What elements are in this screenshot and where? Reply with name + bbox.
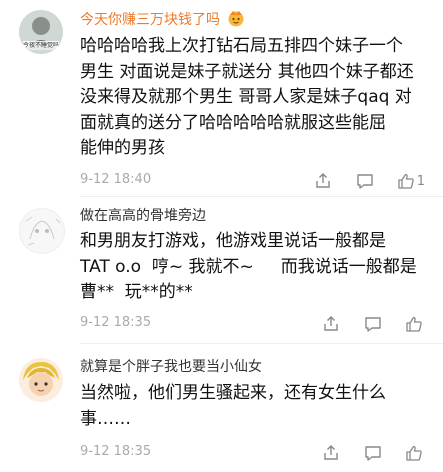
- avatar-caption: 今夜不睡觉吗: [22, 42, 59, 49]
- username-text: 做在高高的骨堆旁边: [80, 208, 206, 224]
- like-count: 1: [416, 173, 425, 189]
- timestamp: 9-12 18:40: [80, 172, 152, 187]
- comment-line: 能伸的男孩: [80, 138, 165, 158]
- comment-line: 和男朋友打游戏，他游戏里说话一般都是: [80, 231, 386, 251]
- comment-item: 今夜不睡觉吗 今天你赚三万块钱了吗 哈哈哈哈我上次打钻石局五排四个妹子一个 男生…: [0, 0, 443, 190]
- like-button[interactable]: [405, 444, 425, 462]
- comment-body: 和男朋友打游戏，他游戏里说话一般都是 TAT o.o 哼~ 我就不~ 而我说话一…: [80, 229, 425, 306]
- comment-line: 男生 对面说是妹子就送分 其他四个妹子都还: [80, 61, 414, 82]
- comment-body: 哈哈哈哈我上次打钻石局五排四个妹子一个 男生 对面说是妹子就送分 其他四个妹子都…: [80, 34, 425, 162]
- comment-line: TAT o.o 哼~ 我就不~ 而我说话一般都是: [80, 256, 417, 277]
- share-icon: [324, 445, 338, 460]
- share-button[interactable]: [321, 314, 341, 334]
- share-icon: [324, 316, 338, 331]
- share-icon: [316, 173, 330, 188]
- like-button[interactable]: [405, 315, 425, 333]
- thumbs-up-icon: [398, 173, 414, 189]
- thumbs-up-icon: [406, 316, 422, 332]
- avatar-image: [19, 358, 63, 402]
- comment-actions: 1: [313, 170, 425, 192]
- comment-item: 就算是个胖子我也要当小仙女 当然啦，他们男生骚起来，还有女生什么 事…… 9-1…: [0, 343, 443, 472]
- avatar-image: [20, 209, 64, 253]
- comment-meta: 9-12 18:40 1: [80, 170, 425, 192]
- comment-meta: 9-12 18:35: [80, 442, 425, 464]
- comment-icon: [365, 446, 381, 461]
- username-text: 今天你赚三万块钱了吗: [80, 12, 220, 28]
- username[interactable]: 就算是个胖子我也要当小仙女: [80, 358, 262, 376]
- comment-line: 没来得及就那个男生 哥哥人家是妹子qaq 对: [80, 87, 412, 107]
- timestamp: 9-12 18:35: [80, 444, 152, 459]
- comment-icon: [357, 174, 373, 189]
- comment-actions: [321, 313, 425, 335]
- reply-button[interactable]: [363, 314, 383, 334]
- comment-icon: [365, 317, 381, 332]
- vip-badge-icon: [227, 9, 245, 32]
- username-text: 就算是个胖子我也要当小仙女: [80, 359, 262, 375]
- comment-line: 当然啦，他们男生骚起来，还有女生什么: [80, 383, 386, 403]
- share-button[interactable]: [321, 443, 341, 463]
- timestamp: 9-12 18:35: [80, 315, 152, 330]
- reply-button[interactable]: [363, 443, 383, 463]
- comment-line: 哈哈哈哈我上次打钻石局五排四个妹子一个: [80, 36, 403, 56]
- username[interactable]: 今天你赚三万块钱了吗: [80, 9, 245, 32]
- comment-body: 当然啦，他们男生骚起来，还有女生什么 事……: [80, 381, 425, 432]
- avatar[interactable]: [19, 358, 63, 402]
- share-button[interactable]: [313, 171, 333, 191]
- comment-meta: 9-12 18:35: [80, 313, 425, 335]
- avatar[interactable]: 今夜不睡觉吗: [19, 10, 63, 54]
- reply-button[interactable]: [355, 171, 375, 191]
- comment-line: 事……: [80, 408, 131, 429]
- comment-actions: [321, 442, 425, 464]
- comment-item: 做在高高的骨堆旁边 和男朋友打游戏，他游戏里说话一般都是 TAT o.o 哼~ …: [0, 196, 443, 336]
- like-button[interactable]: 1: [397, 172, 425, 190]
- avatar[interactable]: [19, 208, 65, 254]
- comment-line: 面就真的送分了哈哈哈哈哈就服这些能屈: [80, 112, 386, 133]
- thumbs-up-icon: [406, 445, 422, 461]
- comment-line: 曹** 玩**的**: [80, 282, 193, 302]
- username[interactable]: 做在高高的骨堆旁边: [80, 207, 206, 225]
